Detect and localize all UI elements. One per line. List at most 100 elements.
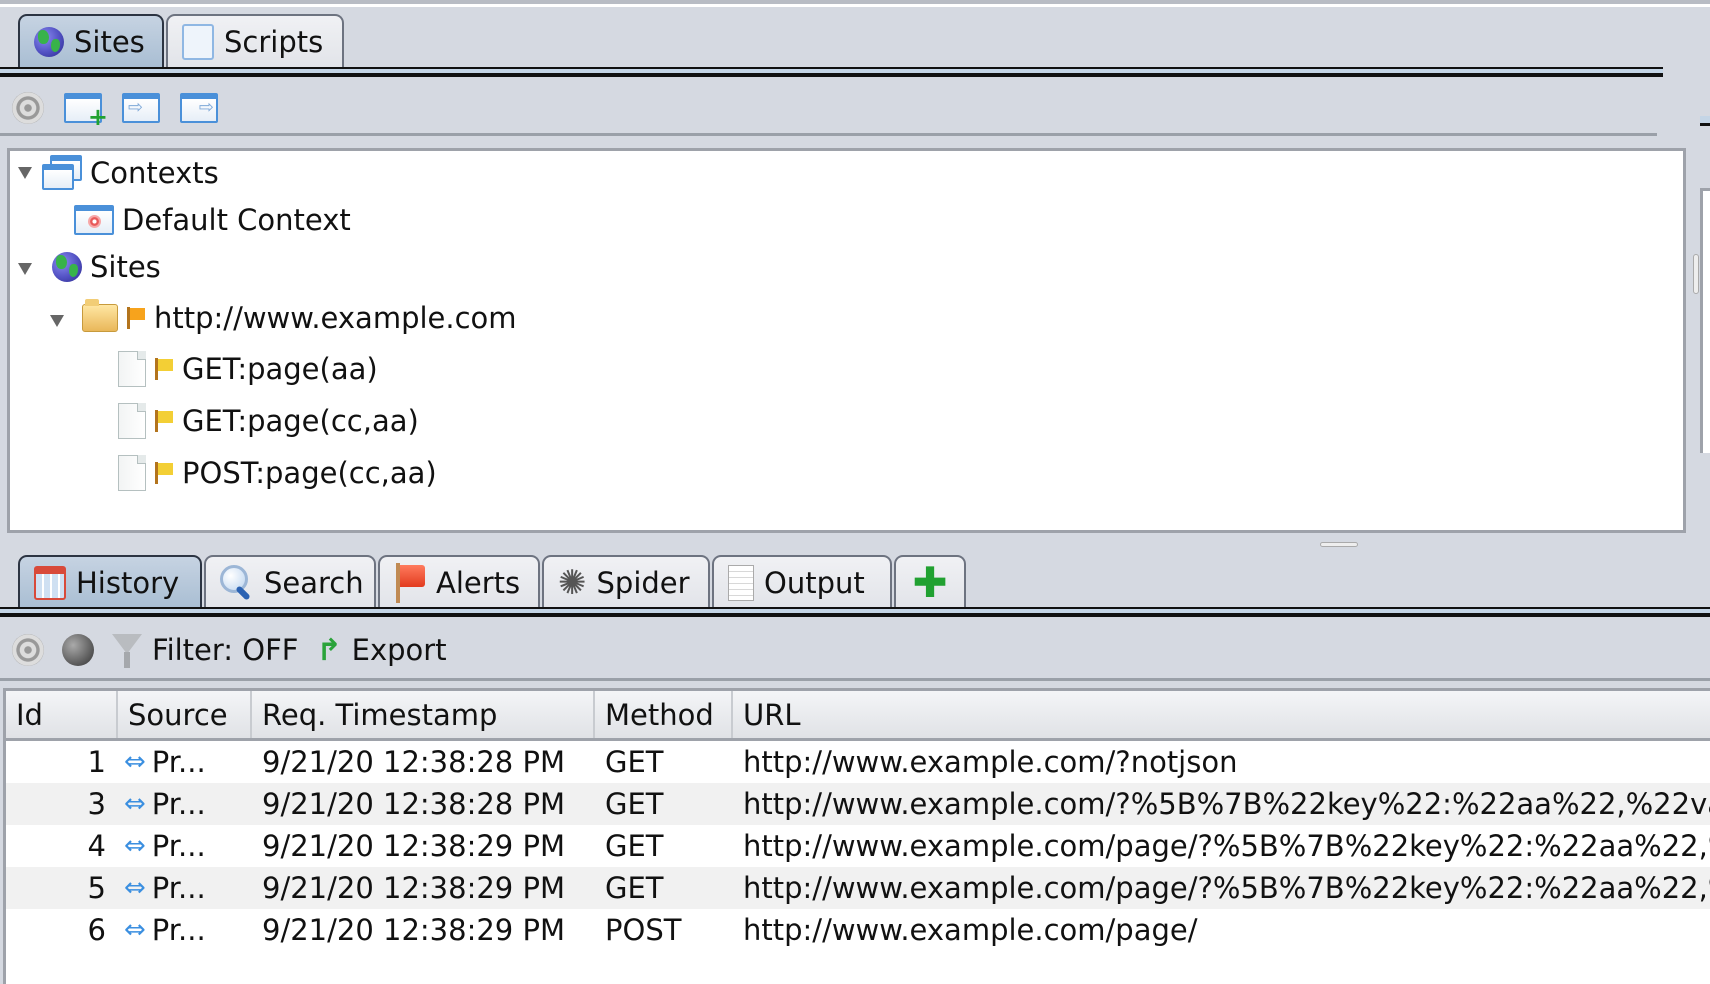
table-row[interactable]: 1 ⇔ Pr... 9/21/20 12:38:28 PM GET http://… (6, 741, 1710, 783)
history-toolbar: Filter: OFF ↱ Export (12, 632, 447, 668)
tab-label: Sites (74, 24, 145, 59)
node-label: Sites (90, 250, 161, 284)
cell-method: GET (605, 829, 664, 863)
table-row[interactable]: 5 ⇔ Pr... 9/21/20 12:38:29 PM GET http://… (6, 867, 1710, 909)
tree-node-child[interactable]: GET:page(aa) (118, 351, 378, 387)
calendar-icon (34, 565, 66, 600)
right-panel-fragment (1700, 188, 1710, 453)
source-text: Pr... (151, 745, 206, 779)
tab-label: Output (764, 565, 865, 600)
table-row[interactable]: 3 ⇔ Pr... 9/21/20 12:38:28 PM GET http://… (6, 783, 1710, 825)
sites-tree[interactable]: Contexts Default Context Sites http://ww… (7, 148, 1686, 533)
tab-label: Scripts (224, 24, 324, 59)
cell-url: http://www.example.com/page/ (743, 913, 1198, 947)
tab-underline (0, 67, 1663, 77)
tree-node-sites[interactable]: Sites (52, 250, 161, 284)
import-context-button[interactable]: ⇨ (122, 93, 160, 123)
cell-url: http://www.example.com/page/?%5B%7B%22ke… (743, 871, 1710, 905)
cell-source: ⇔ Pr... (118, 745, 252, 779)
table-row[interactable]: 6 ⇔ Pr... 9/21/20 12:38:29 PM POST http:/… (6, 909, 1710, 951)
node-label: Default Context (122, 203, 351, 237)
splitter-handle[interactable] (1693, 254, 1699, 294)
tab-sites[interactable]: Sites (18, 14, 164, 67)
tree-node-child[interactable]: POST:page(cc,aa) (118, 455, 437, 491)
filter-button[interactable]: Filter: OFF (112, 632, 299, 668)
globe-icon (62, 634, 94, 666)
node-label: POST:page(cc,aa) (182, 456, 437, 490)
export-label: Export (351, 633, 447, 667)
show-all-history-button[interactable] (12, 634, 44, 666)
plus-icon: ✚ (912, 557, 948, 607)
node-label: GET:page(aa) (182, 352, 378, 386)
cell-id: 3 (87, 787, 106, 821)
column-header-timestamp[interactable]: Req. Timestamp (252, 691, 595, 738)
horizontal-splitter-handle[interactable] (1320, 542, 1358, 547)
tab-alerts[interactable]: Alerts (378, 555, 540, 608)
tree-node-child[interactable]: GET:page(cc,aa) (118, 403, 419, 439)
target-icon (12, 634, 44, 666)
export-context-button[interactable]: ⇨ (180, 93, 218, 123)
node-label: Contexts (90, 156, 219, 190)
flag-icon (154, 410, 174, 432)
filter-label: Filter: OFF (152, 633, 299, 667)
expand-sites-toggle[interactable] (18, 263, 32, 275)
expand-site-toggle[interactable] (50, 315, 64, 327)
add-tab-button[interactable]: ✚ (894, 555, 966, 608)
toolbar-separator (0, 133, 1657, 136)
cell-timestamp: 9/21/20 12:38:28 PM (262, 745, 565, 779)
cell-method: POST (605, 913, 682, 947)
sites-toolbar: + ⇨ ⇨ (12, 92, 218, 129)
scope-button[interactable] (62, 634, 94, 666)
tree-node-site[interactable]: http://www.example.com (82, 299, 517, 335)
source-text: Pr... (151, 871, 206, 905)
tab-label: Search (264, 565, 364, 600)
column-header-method[interactable]: Method (595, 691, 733, 738)
cell-method: GET (605, 745, 664, 779)
column-header-id[interactable]: Id (6, 691, 118, 738)
cell-url: http://www.example.com/page/?%5B%7B%22ke… (743, 829, 1710, 863)
cell-timestamp: 9/21/20 12:38:28 PM (262, 787, 565, 821)
cell-source: ⇔ Pr... (118, 871, 252, 905)
page-icon (118, 455, 146, 491)
toolbar-separator (0, 678, 1710, 681)
cell-timestamp: 9/21/20 12:38:29 PM (262, 871, 565, 905)
export-context-icon: ⇨ (180, 93, 218, 123)
tab-scripts[interactable]: Scripts (166, 14, 344, 67)
proxy-arrow-icon: ⇔ (124, 789, 146, 819)
tree-node-contexts[interactable]: Contexts (42, 155, 219, 191)
globe-icon (34, 26, 64, 57)
cell-source: ⇔ Pr... (118, 829, 252, 863)
table-body: 1 ⇔ Pr... 9/21/20 12:38:28 PM GET http://… (6, 741, 1710, 951)
source-text: Pr... (151, 829, 206, 863)
table-row[interactable]: 4 ⇔ Pr... 9/21/20 12:38:29 PM GET http://… (6, 825, 1710, 867)
tab-history[interactable]: History (18, 555, 202, 608)
tab-output[interactable]: Output (712, 555, 892, 608)
context-target-icon (74, 205, 114, 235)
contexts-icon (42, 155, 82, 191)
flag-icon (126, 307, 146, 329)
show-all-button[interactable] (12, 92, 44, 124)
sites-tabstrip: Sites Scripts (18, 14, 346, 67)
import-context-icon: ⇨ (122, 93, 160, 123)
tab-search[interactable]: Search (204, 555, 376, 608)
tab-spider[interactable]: ✺ Spider (542, 555, 710, 608)
spider-icon: ✺ (558, 562, 587, 603)
globe-icon (52, 252, 82, 282)
table-header: Id Source Req. Timestamp Method URL (6, 691, 1710, 741)
history-table: Id Source Req. Timestamp Method URL 1 ⇔ P… (3, 688, 1710, 984)
expand-contexts-toggle[interactable] (18, 167, 32, 179)
column-header-url[interactable]: URL (733, 691, 1710, 738)
cell-source: ⇔ Pr... (118, 913, 252, 947)
column-header-source[interactable]: Source (118, 691, 252, 738)
node-label: GET:page(cc,aa) (182, 404, 419, 438)
cell-id: 1 (87, 745, 106, 779)
funnel-icon (112, 632, 142, 668)
new-context-button[interactable]: + (64, 93, 108, 129)
cell-method: GET (605, 787, 664, 821)
cell-timestamp: 9/21/20 12:38:29 PM (262, 829, 565, 863)
page-icon (118, 403, 146, 439)
export-arrow-icon: ↱ (316, 632, 342, 668)
flag-icon (154, 358, 174, 380)
tree-node-default-context[interactable]: Default Context (74, 203, 351, 237)
export-button[interactable]: ↱ Export (317, 633, 447, 668)
